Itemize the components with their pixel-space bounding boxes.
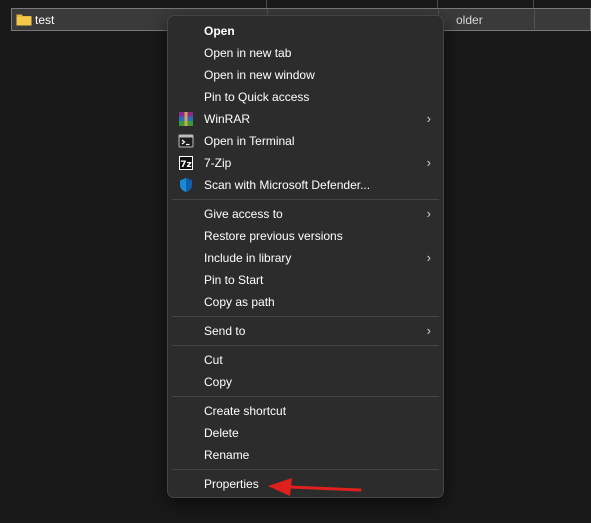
file-name: test (35, 13, 55, 27)
folder-icon (16, 14, 32, 26)
menu-item-label: Open (204, 24, 235, 38)
7zip-icon: 7z (179, 156, 193, 170)
chevron-right-icon: › (426, 206, 431, 221)
menu-item-label: 7-Zip (204, 156, 232, 170)
menu-item-open-in-new-tab[interactable]: Open in new tab (168, 42, 443, 64)
menu-item-rename[interactable]: Rename (168, 444, 443, 466)
menu-item-label: Cut (204, 353, 223, 367)
menu-item-label: Create shortcut (204, 404, 287, 418)
menu-separator (168, 313, 443, 320)
winrar-icon (179, 112, 193, 126)
column-divider[interactable] (266, 0, 267, 8)
svg-text:7z: 7z (180, 160, 192, 170)
context-menu: Open Open in new tab Open in new window … (167, 15, 444, 498)
column-divider[interactable] (437, 0, 438, 8)
chevron-right-icon: › (426, 155, 431, 170)
annotation-arrow-icon (268, 478, 362, 496)
menu-separator (168, 196, 443, 203)
menu-item-open[interactable]: Open (168, 20, 443, 42)
defender-shield-icon (180, 178, 192, 192)
menu-item-7-zip[interactable]: 7z 7-Zip › (168, 152, 443, 174)
menu-item-label: Open in Terminal (204, 134, 295, 148)
menu-item-create-shortcut[interactable]: Create shortcut (168, 400, 443, 422)
menu-separator (168, 342, 443, 349)
menu-item-label: Include in library (204, 251, 292, 265)
menu-separator (168, 466, 443, 473)
file-type: older (456, 13, 483, 27)
terminal-icon (178, 134, 194, 148)
menu-item-label: Delete (204, 426, 239, 440)
menu-item-send-to[interactable]: Send to › (168, 320, 443, 342)
chevron-right-icon: › (426, 323, 431, 338)
column-divider[interactable] (533, 0, 534, 8)
menu-item-copy-as-path[interactable]: Copy as path (168, 291, 443, 313)
menu-item-label: Pin to Start (204, 273, 264, 287)
menu-item-open-in-new-window[interactable]: Open in new window (168, 64, 443, 86)
menu-item-label: Restore previous versions (204, 229, 343, 243)
menu-item-delete[interactable]: Delete (168, 422, 443, 444)
menu-item-open-in-terminal[interactable]: Open in Terminal (168, 130, 443, 152)
menu-item-label: Properties (204, 477, 259, 491)
chevron-right-icon: › (426, 111, 431, 126)
menu-item-label: Give access to (204, 207, 283, 221)
chevron-right-icon: › (426, 250, 431, 265)
menu-item-label: Pin to Quick access (204, 90, 310, 104)
menu-item-copy[interactable]: Copy (168, 371, 443, 393)
menu-item-include-in-library[interactable]: Include in library › (168, 247, 443, 269)
menu-item-label: WinRAR (204, 112, 251, 126)
menu-item-label: Scan with Microsoft Defender... (204, 178, 371, 192)
menu-item-pin-to-start[interactable]: Pin to Start (168, 269, 443, 291)
menu-item-label: Send to (204, 324, 246, 338)
menu-item-pin-to-quick-access[interactable]: Pin to Quick access (168, 86, 443, 108)
menu-item-label: Rename (204, 448, 250, 462)
menu-item-label: Copy as path (204, 295, 275, 309)
menu-separator (168, 393, 443, 400)
menu-item-winrar[interactable]: WinRAR › (168, 108, 443, 130)
column-divider (534, 10, 535, 29)
menu-item-label: Copy (204, 375, 233, 389)
menu-item-cut[interactable]: Cut (168, 349, 443, 371)
menu-item-restore-previous-versions[interactable]: Restore previous versions (168, 225, 443, 247)
menu-item-label: Open in new tab (204, 46, 292, 60)
menu-item-label: Open in new window (204, 68, 315, 82)
menu-item-give-access-to[interactable]: Give access to › (168, 203, 443, 225)
menu-item-scan-with-defender[interactable]: Scan with Microsoft Defender... (168, 174, 443, 196)
